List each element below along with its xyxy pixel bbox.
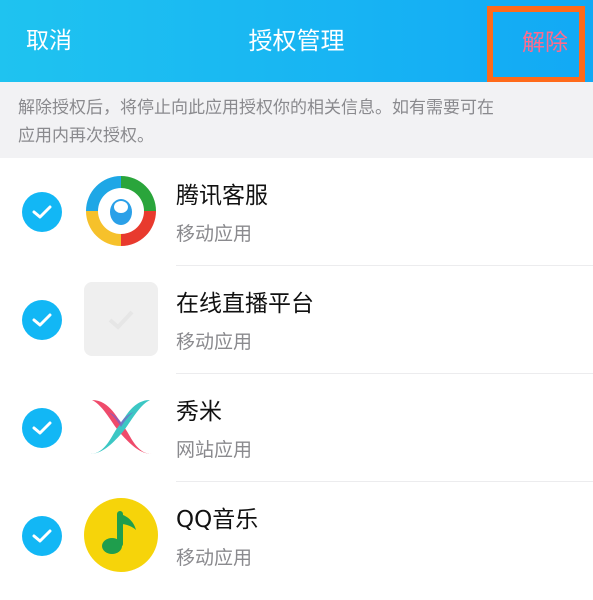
- app-row-tencent-support[interactable]: 腾讯客服 移动应用: [0, 158, 593, 266]
- qq-music-icon: [84, 498, 158, 572]
- xiumi-icon: [84, 390, 158, 464]
- revoke-button[interactable]: 解除: [487, 6, 585, 83]
- checkbox-checked-icon[interactable]: [22, 300, 62, 340]
- app-name: QQ音乐: [176, 507, 259, 533]
- notice-line-2: 应用内再次授权。: [18, 126, 154, 146]
- top-nav-bar: 取消 授权管理 解除: [0, 0, 593, 83]
- app-row-xiumi[interactable]: 秀米 网站应用: [0, 374, 593, 482]
- app-type: 网站应用: [176, 439, 253, 461]
- revoke-notice: 解除授权后，将停止向此应用授权你的相关信息。如有需要可在 应用内再次授权。: [0, 82, 593, 158]
- app-name: 秀米: [176, 399, 222, 425]
- app-type: 移动应用: [176, 331, 253, 353]
- app-row-live-streaming[interactable]: 在线直播平台 移动应用: [0, 266, 593, 374]
- placeholder-app-icon: [84, 282, 158, 356]
- app-type: 移动应用: [176, 547, 253, 569]
- app-type: 移动应用: [176, 223, 253, 245]
- revoke-button-label: 解除: [522, 30, 568, 56]
- tencent-support-icon: [84, 174, 158, 248]
- app-row-qq-music[interactable]: QQ音乐 移动应用: [0, 482, 593, 590]
- checkbox-checked-icon[interactable]: [22, 408, 62, 448]
- notice-line-1: 解除授权后，将停止向此应用授权你的相关信息。如有需要可在: [18, 98, 494, 118]
- app-name: 腾讯客服: [176, 183, 268, 209]
- app-name: 在线直播平台: [176, 291, 314, 317]
- checkbox-checked-icon[interactable]: [22, 516, 62, 556]
- checkbox-checked-icon[interactable]: [22, 192, 62, 232]
